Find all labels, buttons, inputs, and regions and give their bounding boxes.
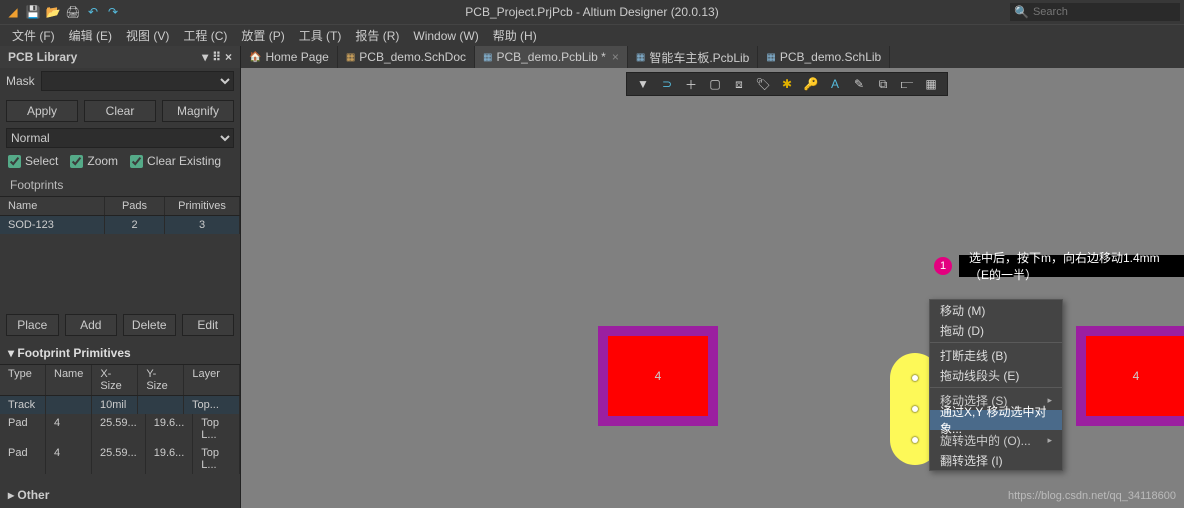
menu-view[interactable]: 视图 (V) [120, 25, 175, 46]
filter-icon[interactable]: ▼ [635, 76, 651, 92]
other-section[interactable]: Other [0, 482, 240, 508]
logo-icon: ◢ [6, 5, 20, 19]
delete-button[interactable]: Delete [123, 314, 176, 336]
magnify-button[interactable]: Magnify [162, 100, 234, 122]
menu-project[interactable]: 工程 (C) [177, 25, 233, 46]
annotation-text: 选中后，按下m，向右边移动1.4mm（E的一半） [959, 255, 1184, 277]
menu-place[interactable]: 放置 (P) [235, 25, 290, 46]
edit-button[interactable]: Edit [182, 314, 235, 336]
print-icon[interactable]: 🖨 [66, 5, 80, 19]
document-tabs: 🏠Home Page ▦PCB_demo.SchDoc ▦PCB_demo.Pc… [241, 46, 1184, 68]
grid-icon[interactable]: ▦ [923, 76, 939, 92]
canvas[interactable]: 🏠Home Page ▦PCB_demo.SchDoc ▦PCB_demo.Pc… [241, 46, 1184, 508]
active-toolbar: ▼ ⊃ ＋ ▢ ⧈ 🏷 ✱ 🔑 A ✎ ⧉ ⫍ ▦ [626, 72, 948, 96]
crop-icon[interactable]: ⧉ [875, 76, 891, 92]
footprint-row[interactable]: SOD-123 2 3 [0, 216, 240, 234]
plus-icon[interactable]: ＋ [683, 76, 699, 92]
tab-schlib[interactable]: ▦PCB_demo.SchLib [758, 46, 890, 68]
save-icon[interactable]: 💾 [26, 5, 40, 19]
search-box[interactable]: 🔍 [1010, 3, 1180, 21]
search-icon: 🔍 [1014, 5, 1029, 19]
undo-icon[interactable]: ↶ [86, 5, 100, 19]
watermark: https://blog.csdn.net/qq_34118600 [1008, 490, 1176, 502]
ctx-move-xy[interactable]: 通过X,Y 移动选中对象... [930, 410, 1062, 430]
primitives-title[interactable]: Footprint Primitives [0, 342, 240, 364]
menu-reports[interactable]: 报告 (R) [349, 25, 405, 46]
key-icon[interactable]: 🔑 [803, 76, 819, 92]
context-menu: 移动 (M) 拖动 (D) 打断走线 (B) 拖动线段头 (E) 移动选择 (S… [929, 299, 1063, 471]
col-prims[interactable]: Primitives [165, 197, 240, 215]
redo-icon[interactable]: ↷ [106, 5, 120, 19]
footprints-grid: Name Pads Primitives SOD-123 2 3 [0, 196, 240, 234]
pad-right[interactable]: 4 [1076, 326, 1184, 426]
menu-window[interactable]: Window (W) [407, 25, 484, 46]
menu-help[interactable]: 帮助 (H) [487, 25, 543, 46]
titlebar: ◢ 💾 📂 🖨 ↶ ↷ PCB_Project.PrjPcb - Altium … [0, 0, 1184, 24]
add-button[interactable]: Add [65, 314, 118, 336]
bar-icon[interactable]: ⧈ [731, 76, 747, 92]
mask-label: Mask [6, 74, 35, 88]
text-icon[interactable]: A [827, 76, 843, 92]
apply-button[interactable]: Apply [6, 100, 78, 122]
pin-icon[interactable]: ▾ [202, 50, 208, 64]
tab-smart[interactable]: ▦智能车主板.PcbLib [628, 46, 758, 68]
col-pads[interactable]: Pads [105, 197, 165, 215]
ctx-drag[interactable]: 拖动 (D) [930, 320, 1062, 340]
menu-file[interactable]: 文件 (F) [6, 25, 61, 46]
col-name[interactable]: Name [0, 197, 105, 215]
place-button[interactable]: Place [6, 314, 59, 336]
chk-zoom[interactable]: Zoom [70, 154, 118, 168]
annotation-badge: 1 [934, 257, 952, 275]
gear-icon[interactable]: ✱ [779, 76, 795, 92]
doc-icon: ▦ [766, 52, 775, 63]
prim-row[interactable]: Pad425.59...19.6...Top L... [0, 414, 240, 444]
tag-icon[interactable]: 🏷 [755, 76, 771, 92]
pen-icon[interactable]: ✎ [851, 76, 867, 92]
ctx-move[interactable]: 移动 (M) [930, 300, 1062, 320]
menu-edit[interactable]: 编辑 (E) [63, 25, 118, 46]
ctx-break[interactable]: 打断走线 (B) [930, 345, 1062, 365]
chk-clear-existing[interactable]: Clear Existing [130, 154, 221, 168]
rect-icon[interactable]: ▢ [707, 76, 723, 92]
tab-pcblib[interactable]: ▦PCB_demo.PcbLib *× [475, 46, 628, 68]
dock-icon[interactable]: ⠿ [212, 50, 221, 64]
clear-button[interactable]: Clear [84, 100, 156, 122]
open-icon[interactable]: 📂 [46, 5, 60, 19]
primitives-grid: Type Name X-Size Y-Size Layer Track10mil… [0, 364, 240, 474]
panel-header: PCB Library ▾ ⠿ × [0, 46, 240, 68]
chart-icon[interactable]: ⫍ [899, 76, 915, 92]
menubar: 文件 (F) 编辑 (E) 视图 (V) 工程 (C) 放置 (P) 工具 (T… [0, 24, 1184, 46]
tab-schdoc[interactable]: ▦PCB_demo.SchDoc [338, 46, 475, 68]
close-tab-icon[interactable]: × [612, 50, 619, 64]
doc-icon: ▦ [483, 52, 492, 63]
mode-select[interactable]: Normal [6, 128, 234, 148]
window-title: PCB_Project.PrjPcb - Altium Designer (20… [0, 5, 1184, 19]
snap-icon[interactable]: ⊃ [659, 76, 675, 92]
panel-title: PCB Library [8, 50, 77, 64]
mask-select[interactable] [41, 71, 234, 91]
close-panel-icon[interactable]: × [225, 50, 232, 64]
pad-left[interactable]: 4 [598, 326, 718, 426]
prim-row[interactable]: Pad425.59...19.6...Top L... [0, 444, 240, 474]
menu-tools[interactable]: 工具 (T) [293, 25, 348, 46]
left-panel: PCB Library ▾ ⠿ × Mask Apply Clear Magni… [0, 46, 241, 508]
doc-icon: ▦ [636, 52, 645, 63]
search-input[interactable] [1033, 6, 1176, 18]
home-icon: 🏠 [249, 52, 261, 63]
ctx-flip[interactable]: 翻转选择 (I) [930, 450, 1062, 470]
tab-home[interactable]: 🏠Home Page [241, 46, 338, 68]
footprints-label: Footprints [0, 174, 240, 196]
ctx-drag-end[interactable]: 拖动线段头 (E) [930, 365, 1062, 385]
chk-select[interactable]: Select [8, 154, 58, 168]
doc-icon: ▦ [346, 52, 355, 63]
prim-row[interactable]: Track10milTop... [0, 396, 240, 414]
